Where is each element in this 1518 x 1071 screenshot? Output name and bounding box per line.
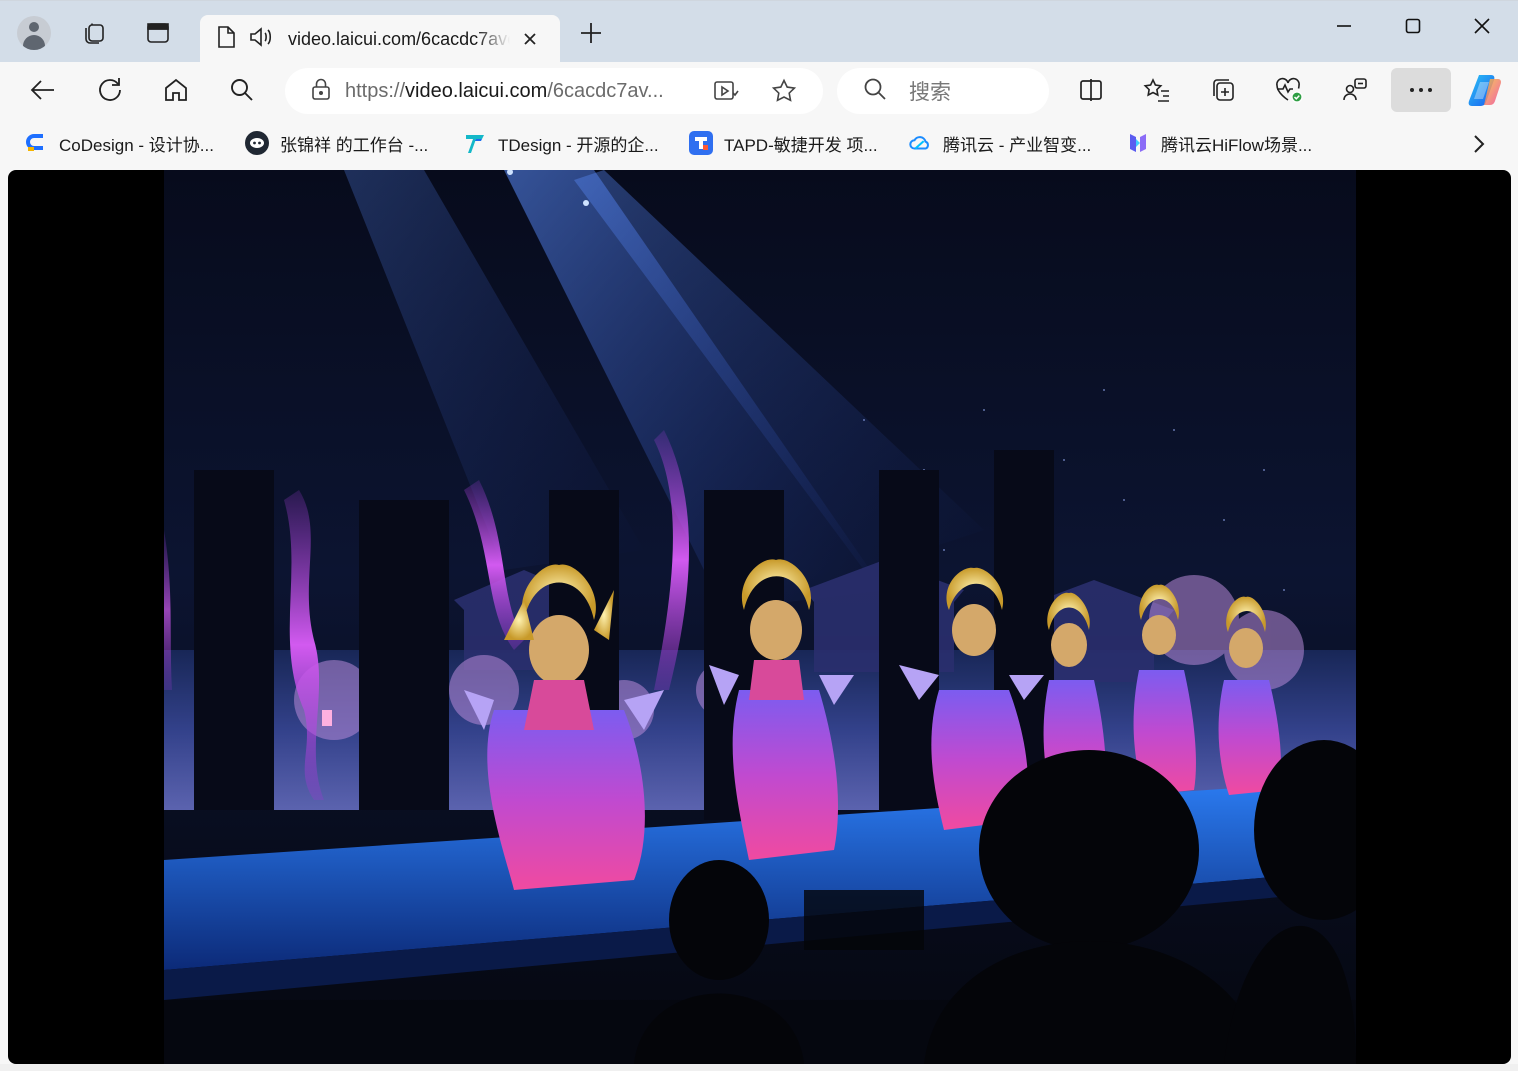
- tab-actions-button[interactable]: [138, 13, 178, 53]
- home-icon: [165, 78, 187, 101]
- plus-icon: [581, 23, 601, 43]
- tab-strip: video.laicui.com/6cacdc7avc: [0, 0, 1518, 63]
- bookmark-tdesign[interactable]: TDesign - 开源的企...: [463, 130, 659, 156]
- bookmark-label: 腾讯云 - 产业智变...: [943, 135, 1092, 155]
- close-icon: [524, 33, 536, 45]
- search-button[interactable]: [220, 68, 264, 112]
- bookmark-tencent-cloud[interactable]: 腾讯云 - 产业智变...: [908, 130, 1091, 156]
- vertical-tabs-icon: [147, 23, 169, 43]
- active-tab[interactable]: video.laicui.com/6cacdc7avc: [200, 15, 560, 63]
- more-bookmarks-button[interactable]: [1464, 130, 1494, 158]
- tencent-cloud-icon: [908, 131, 932, 155]
- bookmark-tapd[interactable]: TAPD-敏捷开发 项...: [689, 130, 878, 156]
- back-button[interactable]: [21, 68, 65, 112]
- minimize-button[interactable]: [1310, 1, 1378, 51]
- bookmark-label: TAPD-敏捷开发 项...: [724, 135, 878, 155]
- address-bar[interactable]: https://video.laicui.com/6cacdc7av...: [285, 68, 823, 114]
- bookmark-label: 张锦祥 的工作台 -...: [280, 135, 429, 155]
- lock-icon[interactable]: [311, 77, 331, 106]
- speaker-icon[interactable]: [248, 25, 274, 54]
- close-window-button[interactable]: [1448, 1, 1516, 51]
- workbench-icon: [245, 131, 269, 155]
- tab-title: video.laicui.com/6cacdc7avc: [288, 28, 510, 49]
- more-dots-icon: [1410, 88, 1432, 92]
- url-host: video.laicui.com: [405, 79, 548, 102]
- workspaces-icon: [85, 23, 104, 44]
- page-icon: [216, 25, 236, 54]
- close-icon: [1474, 18, 1490, 34]
- refresh-button[interactable]: [88, 68, 132, 112]
- collections-icon: [1213, 79, 1234, 101]
- close-tab-button[interactable]: [518, 27, 542, 51]
- favorites-bar: CoDesign - 设计协... 张锦祥 的工作台 -... TDesign …: [0, 120, 1518, 166]
- tapd-icon: [689, 131, 713, 155]
- search-icon: [231, 79, 253, 101]
- url-scheme: https://: [345, 79, 406, 102]
- search-icon: [863, 77, 887, 106]
- bookmark-hiflow[interactable]: 腾讯云HiFlow场景...: [1126, 130, 1312, 156]
- maximize-button[interactable]: [1379, 1, 1447, 51]
- tdesign-icon: [463, 131, 487, 155]
- workspaces-button[interactable]: [74, 13, 114, 53]
- chevron-right-icon: [1474, 135, 1485, 153]
- page-content: [8, 170, 1511, 1064]
- arrow-left-icon: [30, 80, 54, 100]
- bookmark-label: CoDesign - 设计协...: [59, 135, 214, 155]
- collections-button[interactable]: [1201, 68, 1245, 112]
- extensions-button[interactable]: [1333, 68, 1377, 112]
- bookmark-codesign[interactable]: CoDesign - 设计协...: [24, 130, 214, 156]
- navigation-toolbar: https://video.laicui.com/6cacdc7av... 搜索: [0, 62, 1518, 120]
- share-people-icon: [1343, 78, 1367, 101]
- profile-button[interactable]: [14, 13, 54, 53]
- split-screen-icon: [1080, 79, 1102, 101]
- url-text[interactable]: https://video.laicui.com/6cacdc7av...: [345, 80, 685, 103]
- favorites-list-icon: [1143, 78, 1169, 102]
- codesign-icon: [24, 131, 48, 155]
- copilot-button[interactable]: [1463, 68, 1507, 112]
- bookmark-label: 腾讯云HiFlow场景...: [1161, 135, 1313, 155]
- search-box[interactable]: 搜索: [837, 68, 1049, 114]
- minimize-icon: [1337, 25, 1351, 27]
- favorites-button[interactable]: [1135, 68, 1179, 112]
- settings-and-more-button[interactable]: [1391, 68, 1451, 112]
- heart-pulse-icon: [1276, 77, 1303, 103]
- split-screen-button[interactable]: [1069, 68, 1113, 112]
- home-button[interactable]: [154, 68, 198, 112]
- stage-performance-frame: [164, 170, 1356, 1064]
- maximize-icon: [1405, 18, 1421, 34]
- url-path: /6cacdc7av...: [547, 79, 664, 102]
- bookmark-label: TDesign - 开源的企...: [498, 135, 659, 155]
- bookmark-workbench[interactable]: 张锦祥 的工作台 -...: [245, 130, 428, 156]
- browser-essentials-button[interactable]: [1267, 68, 1311, 112]
- video-player[interactable]: [164, 170, 1356, 1064]
- avatar: [17, 16, 51, 50]
- window-bottom-edge: [0, 1064, 1518, 1071]
- search-placeholder: 搜索: [909, 81, 951, 104]
- new-tab-button[interactable]: [571, 13, 611, 53]
- hiflow-icon: [1126, 131, 1150, 155]
- immersive-reader-icon[interactable]: [713, 79, 739, 108]
- copilot-icon: [1468, 75, 1502, 106]
- refresh-icon: [99, 78, 121, 101]
- favorite-star-icon[interactable]: [771, 78, 797, 109]
